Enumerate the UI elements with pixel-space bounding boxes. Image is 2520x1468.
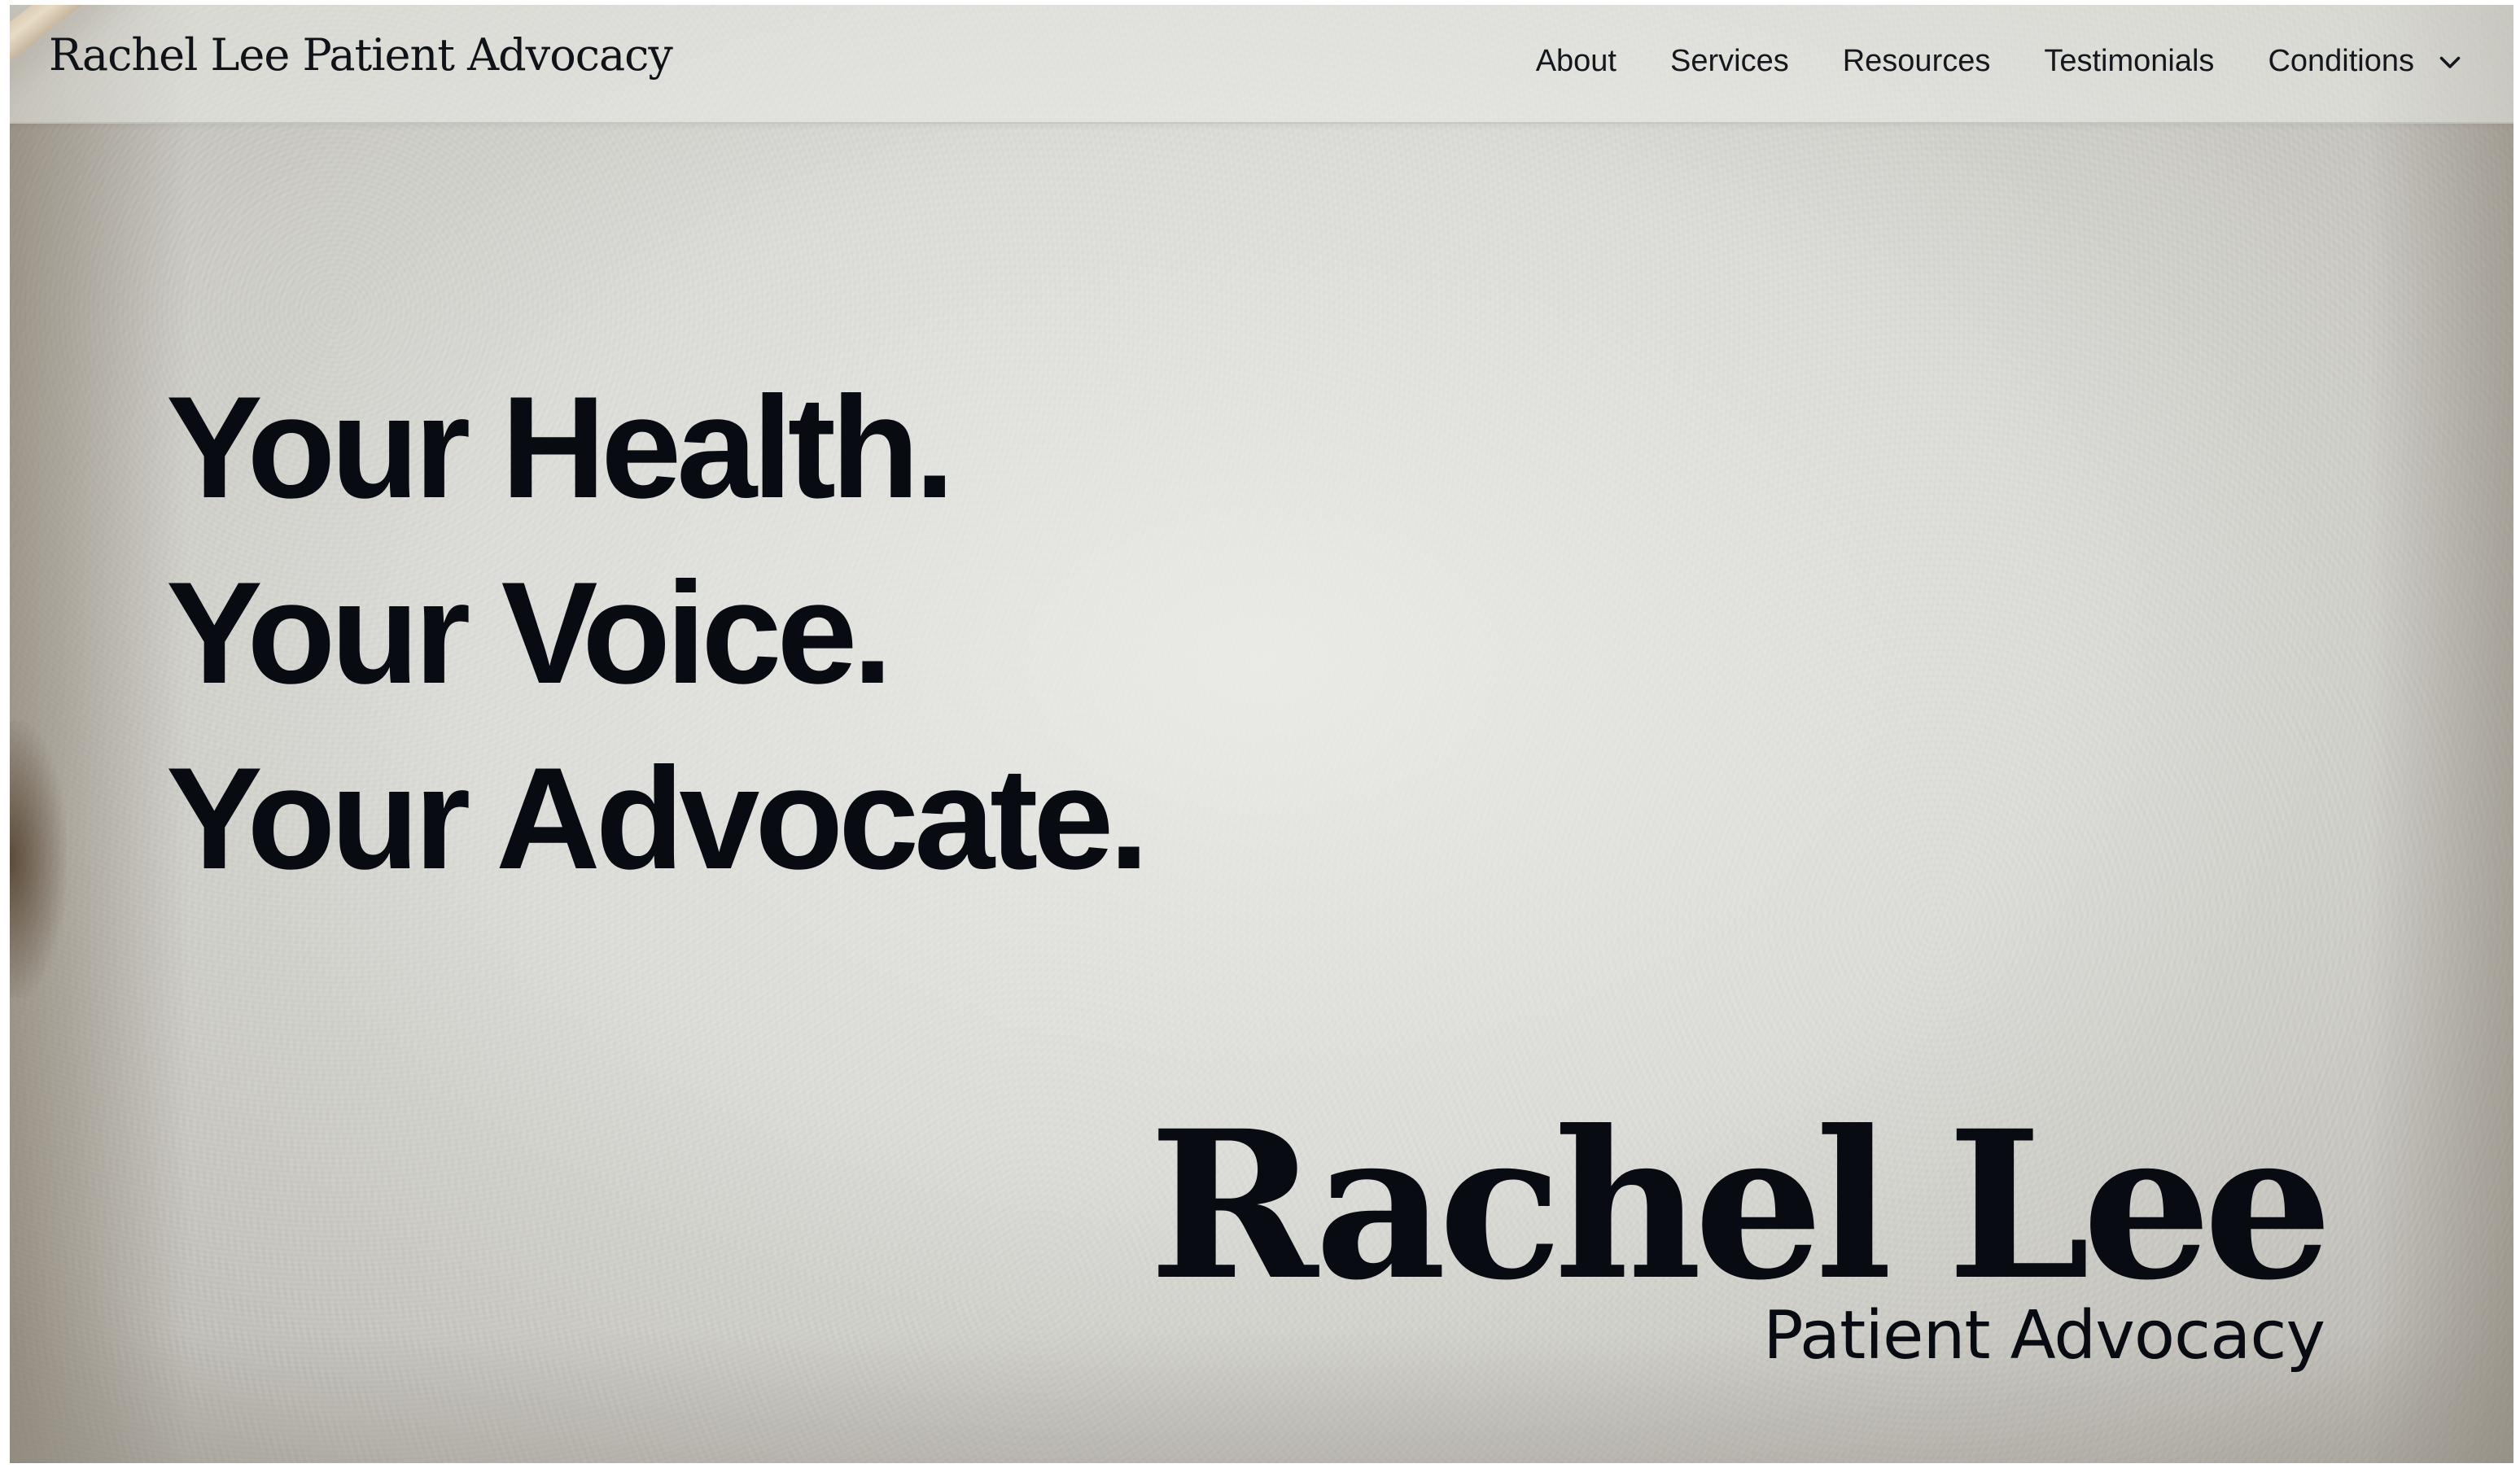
site-header: Rachel Lee Patient Advocacy About Servic… — [10, 5, 2513, 124]
brand-link[interactable]: Rachel Lee Patient Advocacy — [49, 29, 673, 81]
nav-services[interactable]: Services — [1670, 44, 1789, 79]
left-shadow-decoration — [10, 721, 67, 998]
nav-resources[interactable]: Resources — [1843, 44, 1991, 79]
background-vignette-right — [2367, 5, 2513, 1463]
hero-line-health: Your Health. — [166, 366, 955, 528]
brand-logo: Rachel Lee Patient Advocacy — [1148, 1086, 2333, 1377]
nav-conditions-dropdown[interactable]: Conditions — [2268, 44, 2465, 79]
logo-name: Rachel Lee — [1148, 1086, 2333, 1325]
hero-headline: Your Health. Your Voice. Your Advocate. — [166, 355, 1149, 911]
nav-testimonials[interactable]: Testimonials — [2044, 44, 2214, 79]
main-nav: About Services Resources Testimonials Co… — [1536, 44, 2465, 79]
hero-background: Rachel Lee Patient Advocacy About Servic… — [10, 5, 2513, 1463]
hero-line-advocate: Your Advocate. — [166, 737, 1149, 899]
chevron-down-icon — [2439, 56, 2461, 68]
nav-about[interactable]: About — [1536, 44, 1617, 79]
nav-conditions-label: Conditions — [2268, 44, 2414, 78]
hero-line-voice: Your Voice. — [166, 552, 893, 714]
